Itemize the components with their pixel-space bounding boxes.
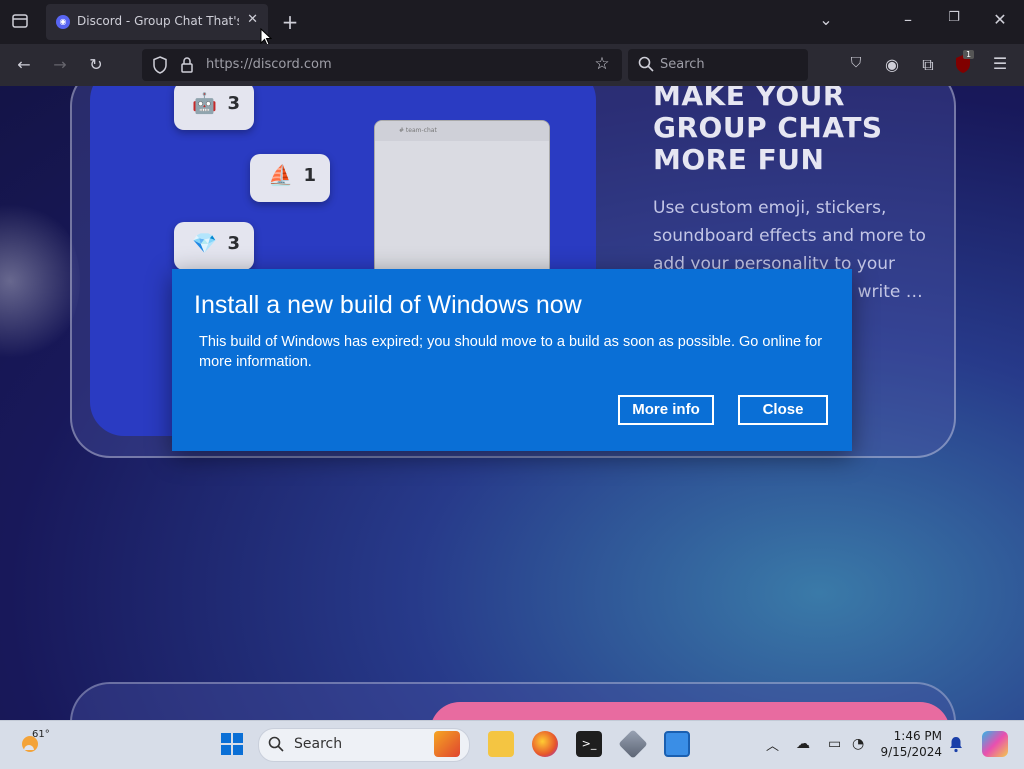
account-icon[interactable]: ◉ bbox=[882, 55, 902, 74]
clock-date[interactable]: 9/15/2024 bbox=[868, 745, 942, 759]
reaction-chip: 🤖 3 bbox=[174, 86, 254, 130]
pocket-icon[interactable]: ⛉ bbox=[846, 55, 866, 71]
reaction-count: 1 bbox=[303, 165, 316, 186]
hamburger-menu-icon[interactable]: ☰ bbox=[990, 54, 1010, 73]
shield-icon[interactable] bbox=[152, 56, 168, 78]
minimize-button[interactable]: – bbox=[898, 10, 918, 29]
url-text[interactable]: https://discord.com bbox=[206, 57, 332, 72]
chat-window-mockup: # team-chat bbox=[374, 120, 550, 282]
search-icon bbox=[638, 56, 654, 76]
network-display-icon[interactable]: ▭ bbox=[828, 736, 841, 752]
reaction-count: 3 bbox=[227, 93, 240, 114]
windows-expired-dialog: Install a new build of Windows now This … bbox=[172, 269, 852, 451]
restore-button[interactable]: ❐ bbox=[944, 10, 964, 25]
boat-emoji-icon: ⛵ bbox=[268, 163, 293, 187]
reaction-chip: 💎 3 bbox=[174, 222, 254, 270]
firefox-icon[interactable] bbox=[532, 731, 558, 757]
reaction-count: 3 bbox=[227, 233, 240, 254]
dialog-title: Install a new build of Windows now bbox=[194, 291, 582, 319]
more-info-button[interactable]: More info bbox=[618, 395, 714, 425]
weather-temperature: 61° bbox=[32, 729, 50, 740]
extensions-puzzle-icon[interactable]: ⧉ bbox=[918, 55, 938, 75]
search-placeholder[interactable]: Search bbox=[660, 57, 705, 72]
pink-banner bbox=[430, 702, 950, 720]
reaction-chip: ⛵ 1 bbox=[250, 154, 330, 202]
lock-icon[interactable] bbox=[180, 56, 194, 78]
tab-close-icon[interactable]: ✕ bbox=[247, 12, 258, 27]
ublock-extension-icon[interactable]: 1 bbox=[954, 50, 975, 74]
reload-icon[interactable]: ↻ bbox=[86, 55, 106, 74]
mockup-header: # team-chat bbox=[375, 121, 549, 141]
start-windows-icon[interactable] bbox=[220, 732, 244, 760]
tab-bar: ◉ Discord - Group Chat That's All Fun & … bbox=[0, 0, 1024, 46]
tab-discord[interactable]: ◉ Discord - Group Chat That's All Fun & … bbox=[46, 4, 268, 40]
clock-time[interactable]: 1:46 PM bbox=[880, 729, 942, 743]
tab-title: Discord - Group Chat That's All Fun & Ga… bbox=[77, 14, 239, 28]
crystal-emoji-icon: 💎 bbox=[192, 231, 217, 255]
background-planet bbox=[0, 196, 80, 366]
file-explorer-icon[interactable] bbox=[488, 731, 514, 757]
show-hidden-icons-chevron-icon[interactable]: ︿ bbox=[766, 735, 779, 754]
section-heading: MAKE YOUR GROUP CHATS MORE FUN bbox=[653, 86, 883, 176]
terminal-icon[interactable]: >_ bbox=[576, 731, 602, 757]
list-all-tabs-icon[interactable]: ⌄ bbox=[816, 10, 836, 29]
search-bar[interactable] bbox=[628, 49, 808, 81]
taskbar-search-icon bbox=[268, 736, 284, 756]
volume-icon[interactable]: ◔ bbox=[852, 736, 864, 752]
dialog-message: This build of Windows has expired; you s… bbox=[199, 334, 823, 370]
back-arrow-icon[interactable]: ← bbox=[14, 55, 34, 74]
close-button[interactable]: Close bbox=[738, 395, 828, 425]
bookmark-star-icon[interactable]: ☆ bbox=[592, 54, 612, 74]
notification-bell-icon[interactable] bbox=[948, 735, 964, 757]
new-tab-button[interactable]: + bbox=[280, 10, 300, 34]
taskbar-search-label[interactable]: Search bbox=[294, 736, 342, 752]
robot-emoji-icon: 🤖 bbox=[192, 91, 217, 115]
app-window-icon[interactable] bbox=[664, 731, 690, 757]
tab-list-icon[interactable] bbox=[10, 12, 30, 34]
close-window-button[interactable]: ✕ bbox=[990, 10, 1010, 29]
discord-favicon-icon: ◉ bbox=[56, 15, 70, 29]
forward-arrow-icon[interactable]: → bbox=[50, 55, 70, 74]
search-highlight-icon[interactable] bbox=[434, 731, 460, 757]
onedrive-cloud-icon[interactable]: ☁ bbox=[796, 736, 810, 752]
copilot-icon[interactable] bbox=[982, 731, 1008, 757]
extension-badge: 1 bbox=[963, 50, 975, 59]
